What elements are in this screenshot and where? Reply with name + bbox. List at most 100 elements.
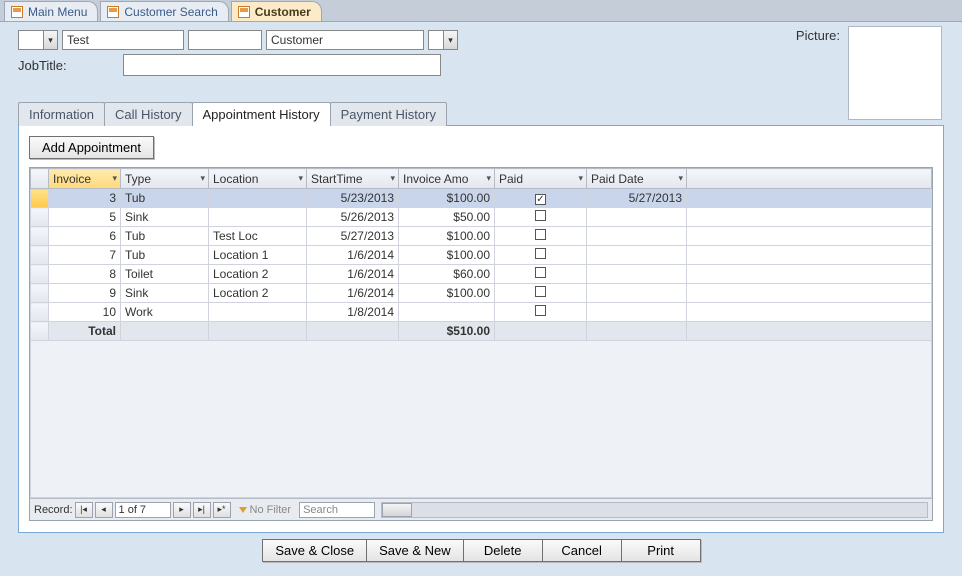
nav-prev-button[interactable]: ◂	[95, 502, 113, 518]
col-starttime[interactable]: StartTime▾	[307, 169, 399, 189]
suffix-combo[interactable]	[428, 30, 458, 50]
nav-next-button[interactable]: ▸	[173, 502, 191, 518]
cell-invoice[interactable]: 5	[49, 208, 121, 227]
delete-button[interactable]: Delete	[463, 539, 543, 562]
row-selector[interactable]	[31, 189, 49, 208]
col-invoice-amount[interactable]: Invoice Amo▾	[399, 169, 495, 189]
cell-location[interactable]	[209, 208, 307, 227]
row-selector[interactable]	[31, 303, 49, 322]
checkbox-icon[interactable]	[535, 210, 546, 221]
checkbox-icon[interactable]	[535, 229, 546, 240]
cell-starttime[interactable]: 5/27/2013	[307, 227, 399, 246]
cell-location[interactable]: Location 2	[209, 284, 307, 303]
cell-location[interactable]: Location 1	[209, 246, 307, 265]
table-row[interactable]: 10Work 1/8/2014	[31, 303, 932, 322]
subtab-information[interactable]: Information	[18, 102, 105, 126]
print-button[interactable]: Print	[621, 539, 701, 562]
scrollbar-thumb[interactable]	[382, 503, 412, 517]
cell-amount[interactable]: $100.00	[399, 246, 495, 265]
cell-paid[interactable]	[495, 284, 587, 303]
col-location[interactable]: Location▾	[209, 169, 307, 189]
cell-amount[interactable]: $100.00	[399, 284, 495, 303]
cell-paid[interactable]	[495, 227, 587, 246]
cell-starttime[interactable]: 5/26/2013	[307, 208, 399, 227]
subtab-payment-history[interactable]: Payment History	[330, 102, 447, 126]
cell-location[interactable]: Location 2	[209, 265, 307, 284]
checkbox-icon[interactable]	[535, 248, 546, 259]
nav-search-input[interactable]: Search	[299, 502, 375, 518]
tab-customer-search[interactable]: Customer Search	[100, 1, 228, 21]
cell-invoice[interactable]: 7	[49, 246, 121, 265]
col-type[interactable]: Type▾	[121, 169, 209, 189]
table-row[interactable]: 8ToiletLocation 21/6/2014$60.00	[31, 265, 932, 284]
row-selector[interactable]	[31, 208, 49, 227]
cell-invoice[interactable]: 9	[49, 284, 121, 303]
horizontal-scrollbar[interactable]	[381, 502, 928, 518]
cell-location[interactable]	[209, 303, 307, 322]
last-name-field[interactable]: Customer	[266, 30, 424, 50]
cell-paid[interactable]	[495, 265, 587, 284]
cell-type[interactable]: Tub	[121, 246, 209, 265]
subtab-call-history[interactable]: Call History	[104, 102, 192, 126]
prefix-combo[interactable]	[18, 30, 58, 50]
save-close-button[interactable]: Save & Close	[262, 539, 367, 562]
cell-starttime[interactable]: 5/23/2013	[307, 189, 399, 208]
cell-invoice[interactable]: 10	[49, 303, 121, 322]
cell-location[interactable]	[209, 189, 307, 208]
col-paid-date[interactable]: Paid Date▾	[587, 169, 687, 189]
row-selector[interactable]	[31, 227, 49, 246]
jobtitle-field[interactable]	[123, 54, 441, 76]
cell-paid[interactable]	[495, 208, 587, 227]
cell-starttime[interactable]: 1/6/2014	[307, 265, 399, 284]
cell-paid-date[interactable]	[587, 208, 687, 227]
tab-main-menu[interactable]: Main Menu	[4, 1, 98, 21]
cell-invoice[interactable]: 3	[49, 189, 121, 208]
cell-amount[interactable]: $100.00	[399, 227, 495, 246]
table-row[interactable]: 7TubLocation 11/6/2014$100.00	[31, 246, 932, 265]
cell-starttime[interactable]: 1/6/2014	[307, 284, 399, 303]
cell-paid-date[interactable]	[587, 284, 687, 303]
add-appointment-button[interactable]: Add Appointment	[29, 136, 154, 159]
nav-position[interactable]: 1 of 7	[115, 502, 171, 518]
table-row[interactable]: 5Sink 5/26/2013$50.00	[31, 208, 932, 227]
selector-header[interactable]	[31, 169, 49, 189]
col-invoice[interactable]: Invoice▾	[49, 169, 121, 189]
tab-customer[interactable]: Customer	[231, 1, 322, 21]
cell-amount[interactable]: $50.00	[399, 208, 495, 227]
col-paid[interactable]: Paid▾	[495, 169, 587, 189]
cell-amount[interactable]: $60.00	[399, 265, 495, 284]
cell-paid-date[interactable]	[587, 227, 687, 246]
cell-amount[interactable]	[399, 303, 495, 322]
save-new-button[interactable]: Save & New	[366, 539, 464, 562]
cell-type[interactable]: Sink	[121, 208, 209, 227]
cell-type[interactable]: Work	[121, 303, 209, 322]
checkbox-icon[interactable]	[535, 267, 546, 278]
cell-invoice[interactable]: 6	[49, 227, 121, 246]
filter-status[interactable]: No Filter	[239, 504, 292, 516]
checkbox-icon[interactable]	[535, 305, 546, 316]
subtab-appointment-history[interactable]: Appointment History	[192, 102, 331, 126]
cell-starttime[interactable]: 1/8/2014	[307, 303, 399, 322]
row-selector[interactable]	[31, 284, 49, 303]
cell-paid[interactable]: ✓	[495, 189, 587, 208]
checkbox-icon[interactable]: ✓	[535, 194, 546, 205]
cell-paid[interactable]	[495, 303, 587, 322]
cell-paid-date[interactable]	[587, 246, 687, 265]
nav-last-button[interactable]: ▸|	[193, 502, 211, 518]
checkbox-icon[interactable]	[535, 286, 546, 297]
cell-type[interactable]: Tub	[121, 227, 209, 246]
row-selector[interactable]	[31, 246, 49, 265]
nav-first-button[interactable]: |◂	[75, 502, 93, 518]
cell-type[interactable]: Toilet	[121, 265, 209, 284]
table-row[interactable]: 3Tub5/23/2013$100.00✓5/27/2013	[31, 189, 932, 208]
cell-type[interactable]: Sink	[121, 284, 209, 303]
cell-starttime[interactable]: 1/6/2014	[307, 246, 399, 265]
middle-name-field[interactable]	[188, 30, 262, 50]
nav-new-button[interactable]: ▸*	[213, 502, 231, 518]
cell-paid-date[interactable]	[587, 303, 687, 322]
first-name-field[interactable]: Test	[62, 30, 184, 50]
row-selector[interactable]	[31, 265, 49, 284]
cell-paid[interactable]	[495, 246, 587, 265]
table-row[interactable]: 6TubTest Loc5/27/2013$100.00	[31, 227, 932, 246]
cell-invoice[interactable]: 8	[49, 265, 121, 284]
